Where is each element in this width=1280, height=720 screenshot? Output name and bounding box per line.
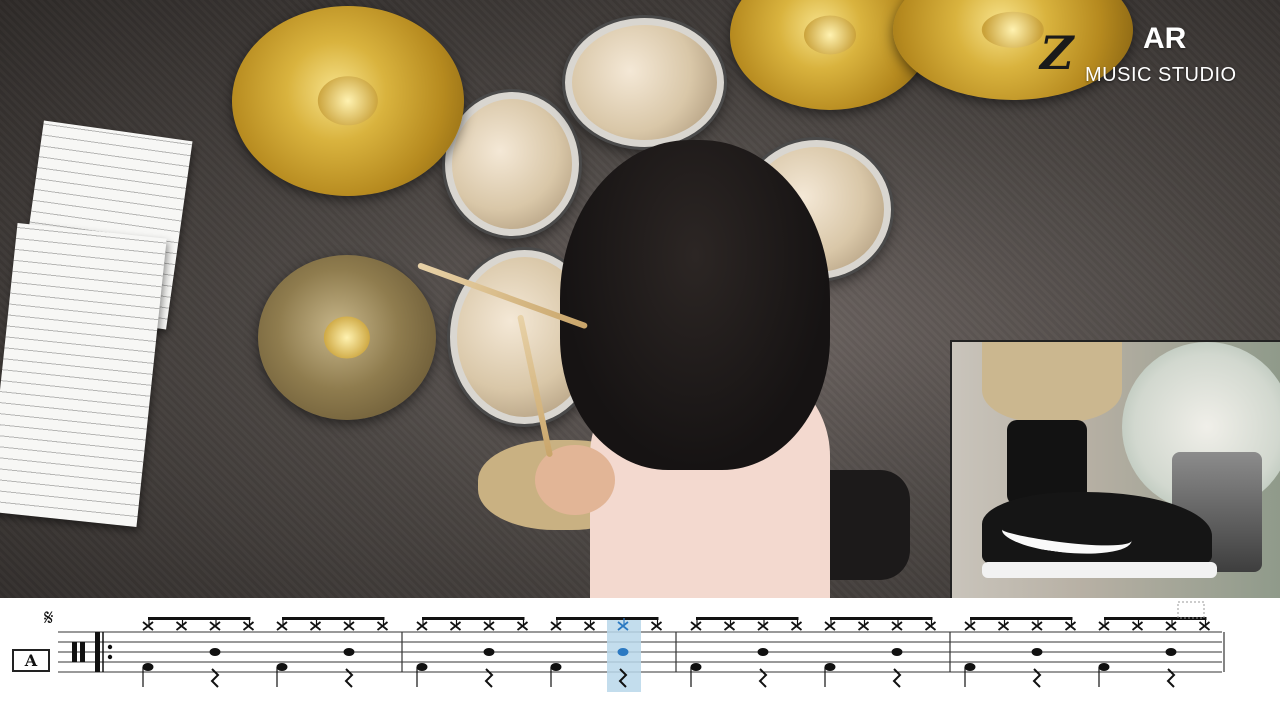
beam — [556, 617, 659, 620]
snare-note — [483, 648, 495, 656]
measure-marker-icon — [1177, 601, 1205, 619]
drum-notation-strip: 𝄋 A — [0, 598, 1280, 720]
music-stand — [0, 120, 195, 530]
sheet-music-page — [0, 222, 167, 528]
hihat-note — [483, 621, 495, 631]
snare-note — [617, 648, 629, 656]
hihat-note — [1064, 621, 1077, 631]
brand-subtitle: MUSIC STUDIO — [1085, 64, 1237, 86]
kick-note — [1098, 663, 1110, 671]
hihat-note — [1031, 621, 1043, 631]
kick-note — [416, 663, 428, 671]
hihat-note — [309, 621, 322, 631]
shoe-sole — [982, 562, 1217, 578]
beam — [148, 617, 251, 620]
hihat-note — [276, 621, 288, 631]
hihat-note — [242, 621, 255, 631]
tom-drum-right — [565, 18, 724, 147]
snare-note — [891, 648, 903, 656]
player-pants — [982, 342, 1122, 422]
hihat-note — [209, 621, 221, 631]
hihat-note — [997, 621, 1010, 631]
hihat-note — [857, 621, 870, 631]
hihat-note — [142, 621, 154, 631]
hihat-note — [516, 621, 529, 631]
hihat-note — [891, 621, 903, 631]
percussion-clef-bar — [80, 642, 85, 662]
hihat-note — [376, 621, 389, 631]
hihat-note — [690, 621, 702, 631]
hihat-note — [757, 621, 769, 631]
repeat-dot — [107, 654, 113, 660]
hihat-cymbal — [258, 255, 436, 420]
brand-logo: Z — [1040, 26, 1074, 80]
beam — [422, 617, 525, 620]
kick-note — [142, 663, 154, 671]
hihat-note — [964, 621, 976, 631]
studio-watermark: Z AR MUSIC STUDIO — [1030, 20, 1270, 90]
cymbal-bell — [323, 316, 371, 359]
player-head — [560, 140, 830, 470]
hihat-note — [1198, 621, 1211, 631]
percussion-clef-bar — [72, 642, 77, 662]
beam — [1104, 617, 1207, 620]
pedal-cam-inset — [950, 340, 1280, 598]
video-frame: Z AR MUSIC STUDIO — [0, 0, 1280, 598]
snare-note — [757, 648, 769, 656]
hihat-note — [924, 621, 937, 631]
repeat-thick-bar — [95, 632, 100, 672]
beam — [970, 617, 1073, 620]
drum-staff — [58, 601, 1225, 692]
snare-note — [209, 648, 221, 656]
kick-note — [824, 663, 836, 671]
beam — [830, 617, 933, 620]
beam — [696, 617, 799, 620]
hihat-note — [1131, 621, 1144, 631]
brand-title: AR — [1143, 22, 1187, 55]
hihat-note — [824, 621, 836, 631]
kick-note — [690, 663, 702, 671]
hihat-note — [790, 621, 803, 631]
snare-note — [1165, 648, 1177, 656]
hihat-note — [449, 621, 462, 631]
cymbal-bell — [804, 15, 856, 55]
kick-note — [550, 663, 562, 671]
hihat-note — [1165, 621, 1177, 631]
hihat-note — [650, 621, 663, 631]
crash-cymbal — [232, 6, 464, 196]
beam — [282, 617, 385, 620]
hihat-note — [583, 621, 596, 631]
hihat-note — [416, 621, 428, 631]
snare-note — [1031, 648, 1043, 656]
hihat-note — [723, 621, 736, 631]
hihat-note — [175, 621, 188, 631]
snare-note — [343, 648, 355, 656]
tom-drum-left — [445, 92, 579, 236]
kick-note — [276, 663, 288, 671]
hihat-note — [1098, 621, 1110, 631]
hihat-note — [550, 621, 562, 631]
hihat-note — [343, 621, 355, 631]
repeat-dot — [107, 644, 113, 650]
cymbal-bell — [317, 76, 379, 126]
kick-note — [964, 663, 976, 671]
